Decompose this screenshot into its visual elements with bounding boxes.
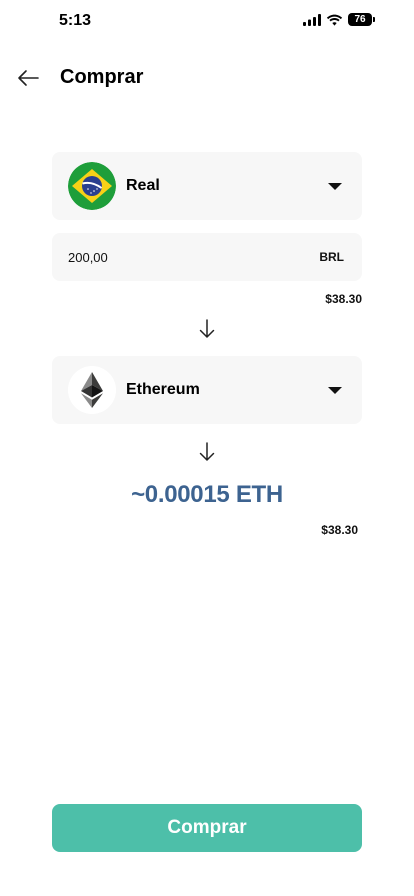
status-bar: 5:13 76 bbox=[0, 0, 414, 44]
amount-field[interactable]: BRL bbox=[52, 233, 362, 281]
signal-icon bbox=[303, 13, 321, 26]
from-currency-name: Real bbox=[126, 177, 160, 194]
header: Comprar bbox=[0, 58, 414, 98]
amount-input[interactable] bbox=[68, 249, 320, 265]
status-time: 5:13 bbox=[59, 12, 92, 29]
to-currency-select[interactable]: Ethereum bbox=[52, 356, 362, 424]
arrow-down-icon bbox=[199, 319, 215, 338]
caret-down-icon bbox=[328, 386, 342, 394]
from-usd-value: $38.30 bbox=[325, 292, 362, 306]
battery-level: 76 bbox=[354, 14, 366, 25]
arrow-left-icon bbox=[18, 70, 39, 86]
arrow-down-icon bbox=[199, 442, 215, 461]
status-icons: 76 bbox=[303, 13, 375, 26]
result-usd-value: $38.30 bbox=[321, 523, 358, 537]
battery-icon: 76 bbox=[348, 13, 375, 26]
from-currency-select[interactable]: Real bbox=[52, 152, 362, 220]
wifi-icon bbox=[326, 14, 343, 26]
amount-unit: BRL bbox=[319, 250, 344, 264]
to-currency-name: Ethereum bbox=[126, 381, 200, 398]
result-amount: ~0.00015 ETH bbox=[131, 481, 283, 508]
brazil-flag-icon bbox=[68, 162, 116, 210]
page-title: Comprar bbox=[60, 66, 144, 88]
caret-down-icon bbox=[328, 182, 342, 190]
buy-button[interactable]: Comprar bbox=[52, 804, 362, 852]
ethereum-logo-icon bbox=[68, 366, 116, 414]
back-button[interactable] bbox=[14, 64, 42, 92]
